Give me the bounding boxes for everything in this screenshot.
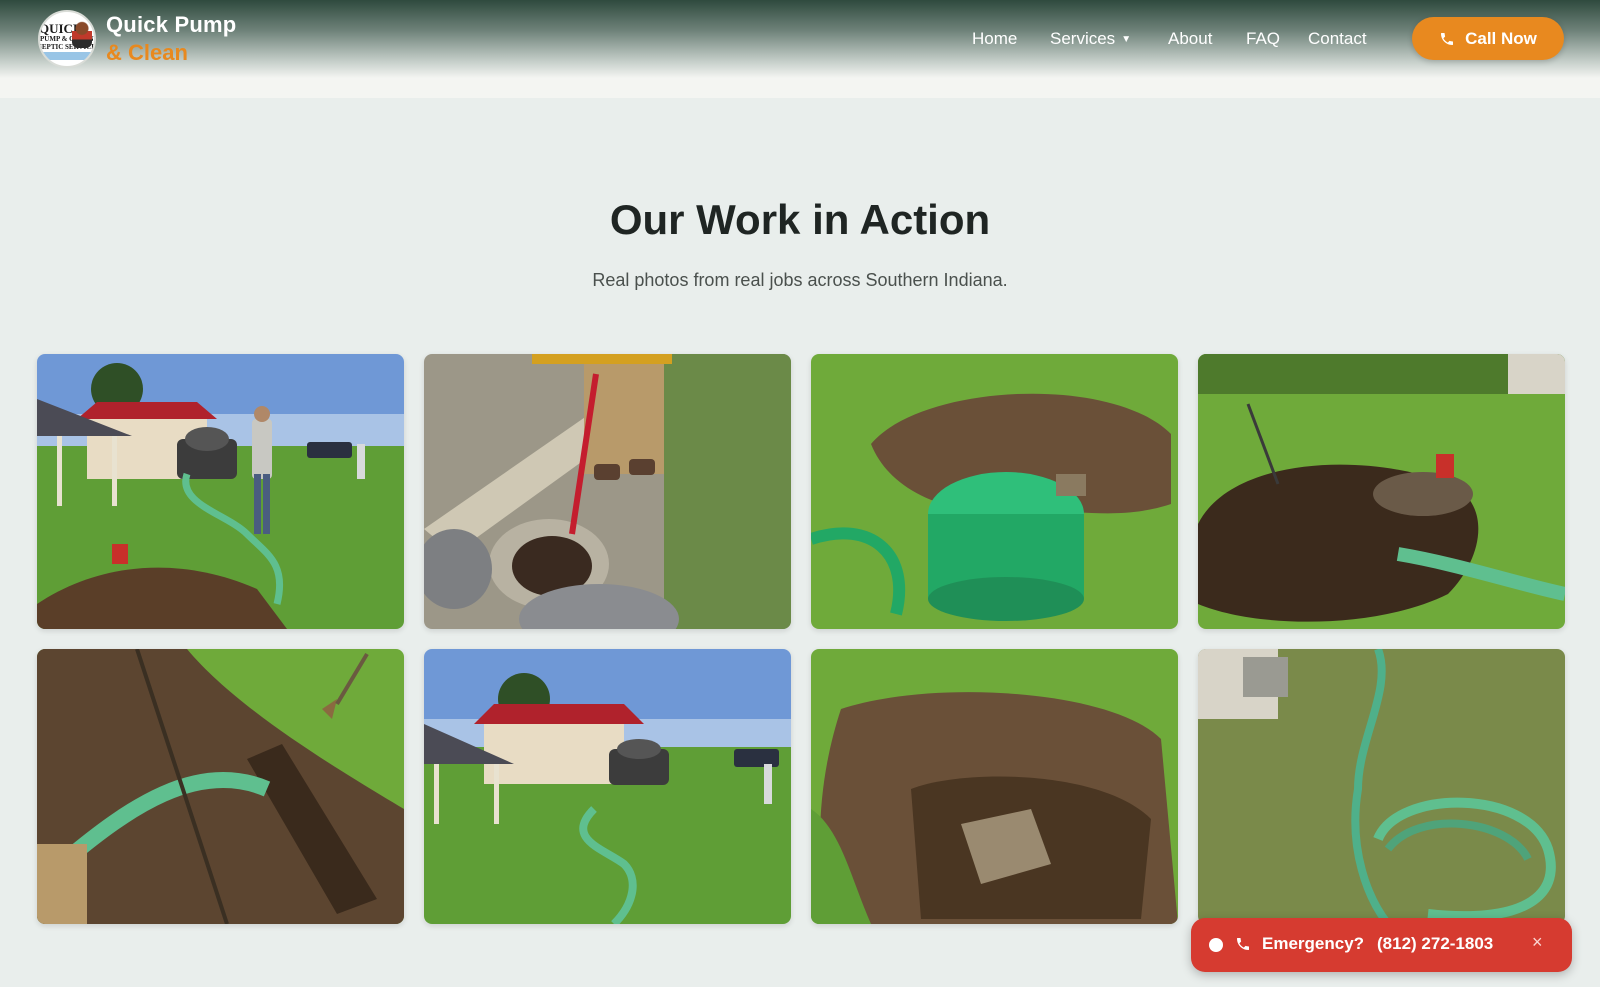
emergency-call-bar[interactable]: Emergency? (812) 272-1803 × <box>1191 918 1572 972</box>
photo-truck-with-hose <box>37 354 404 629</box>
photo-coiled-hose <box>1198 649 1565 924</box>
logo-wave <box>40 52 94 60</box>
photo-yard-hose-run <box>424 649 791 924</box>
gallery-photo-6[interactable] <box>424 649 791 924</box>
chevron-down-icon: ▼ <box>1121 34 1132 45</box>
nav-services-label: Services <box>1050 29 1116 48</box>
photo-open-access-hole <box>811 649 1178 924</box>
section-subtitle: Real photos from real jobs across Southe… <box>592 270 1008 290</box>
photo-riser-lid <box>811 354 1178 629</box>
site-header: QUICK PUMP & CLEAN SEPTIC SERVICE Quick … <box>0 0 1600 98</box>
nav-services-link[interactable]: Services ▼ <box>1050 29 1131 51</box>
photo-excavated-tank <box>1198 354 1565 629</box>
gallery-photo-8[interactable] <box>1198 649 1565 924</box>
gallery-photo-3[interactable] <box>811 354 1178 629</box>
nav-home-link[interactable]: Home <box>972 29 1017 51</box>
brand-name-line1[interactable]: Quick Pump <box>106 12 236 38</box>
gallery-photo-1[interactable] <box>37 354 404 629</box>
brand-name-line2[interactable]: & Clean <box>106 40 188 66</box>
nav-faq-link[interactable]: FAQ <box>1246 29 1280 51</box>
emergency-label: Emergency? <box>1262 934 1365 953</box>
photo-trench-with-hose <box>37 649 404 924</box>
mascot-icon <box>72 20 92 48</box>
gallery-photo-2[interactable] <box>424 354 791 629</box>
section-title: Our Work in Action <box>609 196 991 243</box>
close-icon[interactable]: × <box>1532 932 1543 953</box>
nav-about-link[interactable]: About <box>1168 29 1212 51</box>
gallery-photo-7[interactable] <box>811 649 1178 924</box>
status-dot-icon <box>1209 938 1223 952</box>
gallery-photo-4[interactable] <box>1198 354 1565 629</box>
photo-manhole-access <box>424 354 791 629</box>
logo-icon[interactable]: QUICK PUMP & CLEAN SEPTIC SERVICE <box>38 10 96 68</box>
phone-icon <box>1441 32 1454 45</box>
call-now-button[interactable]: Call Now <box>1412 17 1564 60</box>
gallery-photo-5[interactable] <box>37 649 404 924</box>
phone-icon <box>1237 938 1249 950</box>
emergency-phone-number[interactable]: (812) 272-1803 <box>1377 934 1493 954</box>
nav-contact-link[interactable]: Contact <box>1308 29 1367 51</box>
call-now-label: Call Now <box>1465 28 1537 48</box>
